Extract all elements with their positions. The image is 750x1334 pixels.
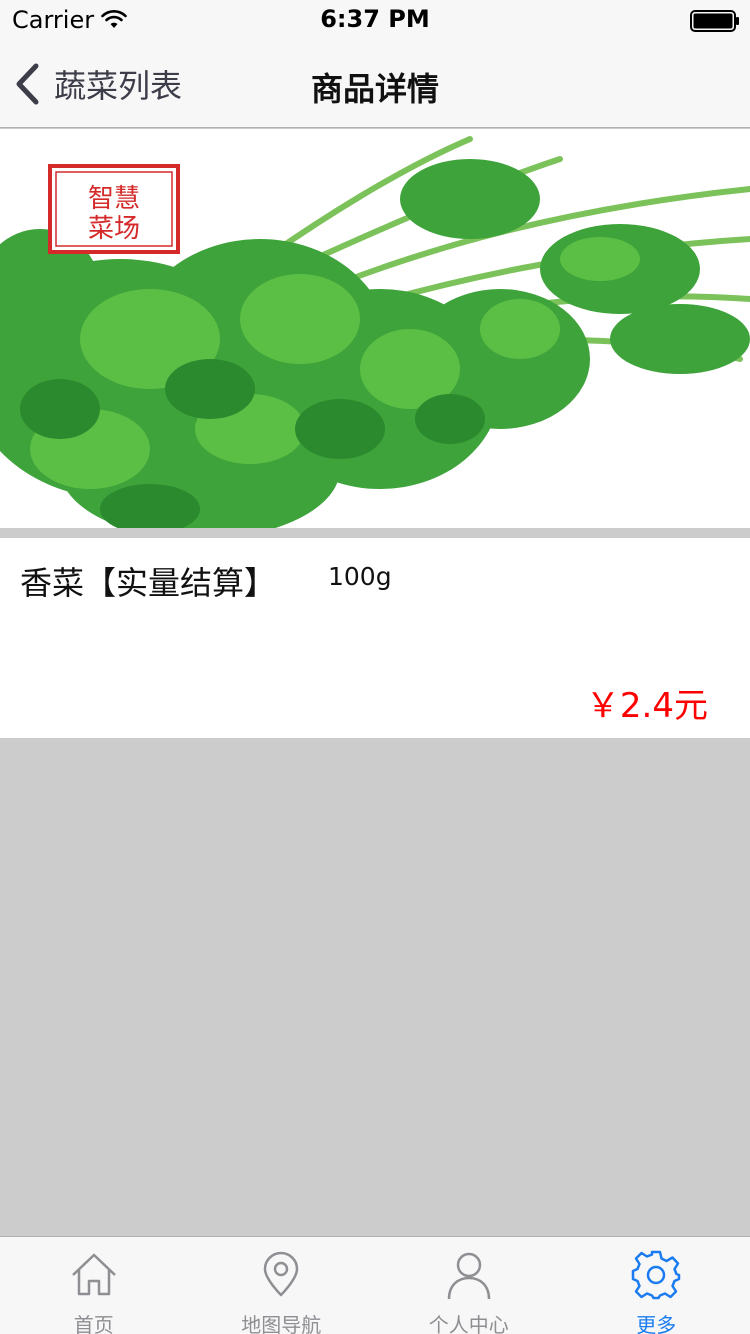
tab-home-label: 首页 bbox=[73, 1313, 114, 1334]
tab-bar: 首页 地图导航 个人中心 更多 bbox=[0, 1236, 750, 1334]
tab-home[interactable]: 首页 bbox=[0, 1237, 188, 1334]
person-icon bbox=[447, 1252, 490, 1300]
cilantro-illustration: 智慧 菜场 bbox=[0, 129, 750, 528]
tab-profile[interactable]: 个人中心 bbox=[375, 1237, 563, 1334]
status-bar: Carrier 6:37 PM bbox=[0, 0, 750, 40]
tab-more[interactable]: 更多 bbox=[563, 1237, 750, 1334]
tab-profile-label: 个人中心 bbox=[428, 1313, 509, 1334]
product-name: 香菜【实量结算】 bbox=[20, 564, 277, 602]
page-title: 商品详情 bbox=[310, 70, 439, 108]
battery-icon bbox=[690, 10, 739, 32]
tab-more-label: 更多 bbox=[636, 1313, 677, 1334]
tab-map-label: 地图导航 bbox=[241, 1313, 322, 1334]
tab-map[interactable]: 地图导航 bbox=[188, 1237, 376, 1334]
gear-icon bbox=[632, 1250, 681, 1300]
product-image: 智慧 菜场 bbox=[0, 129, 750, 528]
product-price: ￥2.4元 bbox=[585, 686, 708, 726]
map-pin-icon bbox=[264, 1251, 299, 1297]
product-info-card: 香菜【实量结算】 100g ￥2.4元 bbox=[0, 538, 750, 738]
product-weight: 100g bbox=[328, 562, 392, 591]
stamp-logo: 智慧 菜场 bbox=[48, 164, 180, 254]
home-icon bbox=[71, 1253, 116, 1296]
svg-text:菜场: 菜场 bbox=[88, 214, 140, 244]
clock-label: 6:37 PM bbox=[320, 5, 430, 33]
svg-text:智慧: 智慧 bbox=[88, 184, 140, 214]
navigation-bar: 蔬菜列表 商品详情 bbox=[0, 40, 750, 128]
